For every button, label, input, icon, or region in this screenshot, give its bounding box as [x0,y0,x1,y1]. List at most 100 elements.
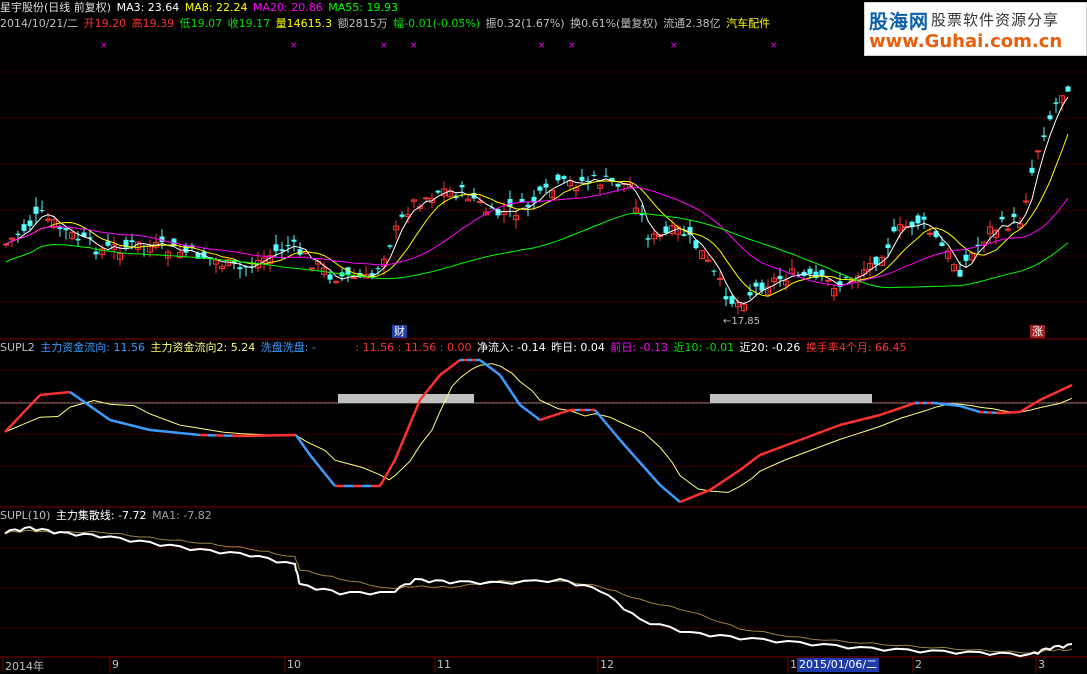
flow1-segment [760,452,768,455]
candle-body [544,184,549,188]
flow1-segment [644,467,652,476]
candle-body [16,234,21,235]
candle-body [286,245,291,246]
flow1-segment [110,420,118,422]
low-price-marker: ←17.85 [723,316,760,327]
flow1-segment [532,414,536,417]
stock-title[interactable]: 星宇股份(日线 前复权) [0,1,111,14]
candle-body [760,283,765,291]
flow1-segment [102,414,110,420]
flow1-segment [940,404,945,405]
candle-body [520,199,525,202]
candle-body [844,277,849,278]
candle-body [388,245,393,246]
close-label: 收19.17 [228,17,271,30]
panel2-prevday: 前日: -0.13 [610,341,668,354]
watermark-url: www.Guhai.com.cn [869,31,1062,52]
panel3-line: 主力集散线: -7.72 [56,509,147,522]
flow1-segment [142,428,150,430]
flow1-segment [768,449,776,452]
flow1-segment [392,460,395,465]
flow1-segment [950,405,955,406]
candle-body [538,187,543,191]
flow1-segment [595,410,600,416]
panel2-flow2: 主力资金流向2: 5.24 [151,341,256,354]
flow1-segment [380,481,383,486]
candle-body [130,240,135,242]
high-label: 高19.39 [132,17,175,30]
flow1-segment [94,409,102,415]
panel3-ma1: MA1: -7.82 [152,509,212,522]
flow1-segment [1040,397,1046,400]
flow1-segment [887,410,894,412]
ma8-line [6,134,1068,296]
flow1-segment [628,449,636,458]
flow1-segment [752,458,756,461]
chart-canvas[interactable]: ×××××××× [0,0,1087,673]
flow1-segment [605,422,610,428]
candle-body [46,219,51,220]
candle-body [808,269,813,274]
candle-body [76,239,81,241]
candle-body [1030,168,1035,173]
flow1-segment [824,428,832,431]
axis-label: 1 [790,658,797,671]
candle-body [436,191,441,193]
fund-flow-panel[interactable] [5,360,1072,502]
flow1-segment [452,363,456,366]
flow1-segment [536,417,540,420]
finance-badge[interactable]: 财 [392,325,407,338]
flow1-segment [307,451,310,455]
flow1-segment [698,492,704,494]
candle-body [274,244,279,251]
flow1-segment [1066,385,1072,388]
amplitude-label: 振0.32(1.67%) [486,17,565,30]
volume-label: 量14615.3 [276,17,333,30]
ma8-label: MA8: 22.24 [185,1,248,14]
sector-label[interactable]: 汽车配件 [726,17,770,30]
flow1-segment [428,385,432,390]
limit-up-badge[interactable]: 涨 [1030,325,1045,338]
flow1-segment [46,394,52,395]
flow1-segment [784,443,792,446]
event-x-marker: × [380,41,388,51]
axis-label: 12 [600,658,614,671]
candle-body [820,270,825,275]
panel2-wash: 洗盘洗盘: - [261,341,316,354]
flow1-segment [872,415,880,417]
ma55-line [6,213,1068,287]
candle-body [10,238,15,239]
panel3-title[interactable]: SUPL(10) [0,509,50,522]
flow1-segment [540,418,546,420]
flow1-segment [520,405,524,408]
price-panel[interactable]: ×××××××× [4,41,1071,315]
flow1-segment [436,375,440,380]
low-label: 低19.07 [180,17,223,30]
flow1-segment [668,492,672,495]
flow1-segment [1053,391,1059,394]
ma3-line [6,97,1068,304]
flow1-segment [620,440,628,449]
panel2-vals: : 11.56 : 11.56 : 0.00 [355,341,471,354]
candle-body [916,215,921,223]
candle-body [1042,135,1047,137]
turnover-label: 换0.61%(量复权) [570,17,658,30]
panel2-title[interactable]: SUPL2 [0,341,35,354]
event-x-marker: × [670,41,678,51]
axis-label: 11 [437,658,451,671]
flow1-segment [19,410,26,417]
event-x-marker: × [290,41,298,51]
flow1-segment [800,437,808,440]
flow1-segment [964,407,968,408]
flow1-segment [832,425,840,428]
candle-body [940,242,945,246]
flow1-segment [386,470,389,475]
panel2-near20: 近20: -0.26 [740,341,801,354]
flow1-segment [935,403,940,404]
candle-body [106,241,111,245]
candle-body [94,252,99,255]
flow1-segment [299,439,302,443]
flow1-segment [304,447,307,451]
concentration-panel[interactable] [5,527,1072,656]
candle-body [826,280,831,281]
